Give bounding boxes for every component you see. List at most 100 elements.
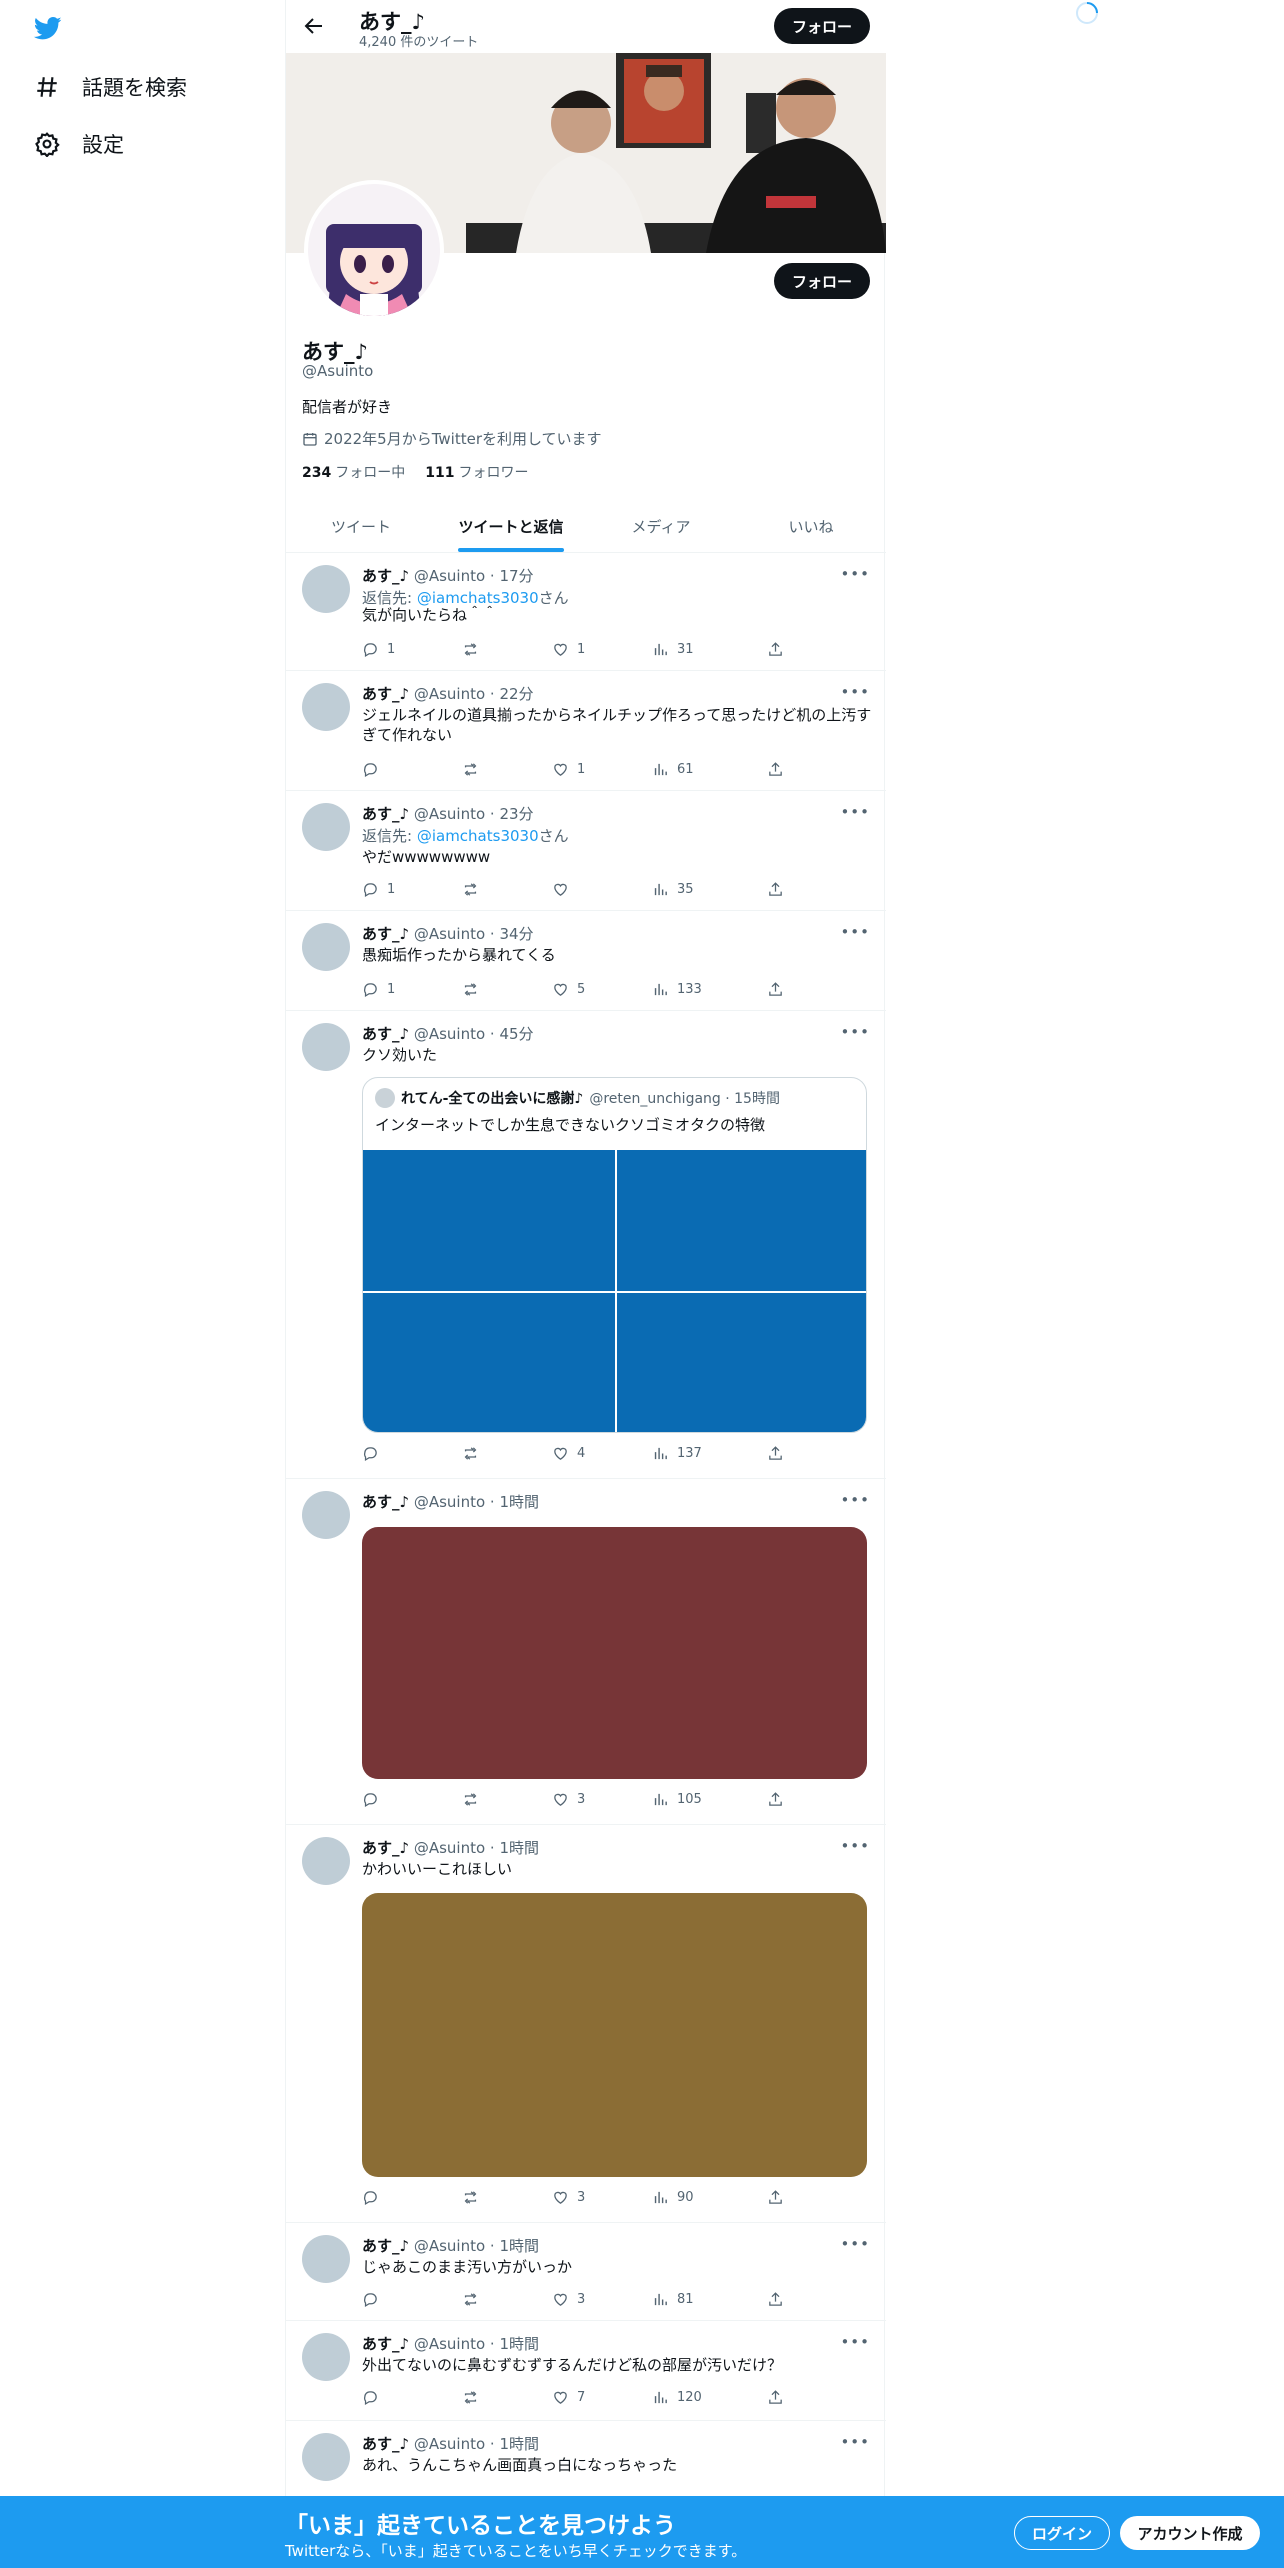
more-options-icon[interactable]: •••: [840, 1837, 870, 1855]
avatar[interactable]: [302, 565, 350, 613]
more-options-icon[interactable]: •••: [840, 1491, 870, 1509]
tweet[interactable]: あす_♪ @Asuinto · 23分 ••• 返信先: @iamchats3030…: [286, 791, 886, 911]
reply-mention-link[interactable]: @iamchats3030: [417, 827, 539, 845]
views-button[interactable]: 120: [652, 2389, 702, 2406]
like-button[interactable]: 3: [552, 2291, 585, 2308]
tweet[interactable]: あす_♪ @Asuinto · 1時間 ••• 外出てないのに鼻むずむずするんだけど…: [286, 2321, 886, 2421]
tweet-timestamp[interactable]: 1時間: [499, 2335, 539, 2353]
tweet[interactable]: あす_♪ @Asuinto · 1時間 ••• じゃあこのまま汚い方がいっか 3 81: [286, 2223, 886, 2321]
more-options-icon[interactable]: •••: [840, 2433, 870, 2451]
quoted-media-image[interactable]: [363, 1293, 615, 1432]
more-options-icon[interactable]: •••: [840, 923, 870, 941]
avatar[interactable]: [302, 803, 350, 851]
tweet-author-handle[interactable]: @Asuinto ·: [409, 685, 499, 703]
tweet[interactable]: あす_♪ @Asuinto · 22分 ••• ジェルネイルの道具揃ったからネイルチ…: [286, 671, 886, 791]
retweet-button[interactable]: [462, 981, 479, 998]
signup-button[interactable]: アカウント作成: [1120, 2516, 1260, 2550]
like-button[interactable]: 3: [552, 1791, 585, 1808]
more-options-icon[interactable]: •••: [840, 2333, 870, 2351]
like-button[interactable]: 1: [552, 641, 585, 658]
tweet-author-name[interactable]: あす_♪: [362, 2237, 409, 2255]
tweet[interactable]: あす_♪ @Asuinto · 1時間 ••• 3 105: [286, 1479, 886, 1825]
retweet-button[interactable]: [462, 2189, 479, 2206]
tweet-timestamp[interactable]: 23分: [499, 805, 533, 823]
tweet-author-name[interactable]: あす_♪: [362, 1493, 409, 1511]
header-follow-button[interactable]: フォロー: [774, 8, 870, 44]
share-button[interactable]: [767, 761, 784, 778]
tweet[interactable]: あす_♪ @Asuinto · 34分 ••• 愚痴垢作ったから暴れてくる 1 5 133: [286, 911, 886, 1011]
tweet-author-handle[interactable]: @Asuinto ·: [409, 2237, 499, 2255]
more-options-icon[interactable]: •••: [840, 2235, 870, 2253]
more-options-icon[interactable]: •••: [840, 1023, 870, 1041]
tab-media[interactable]: メディア: [586, 500, 736, 552]
like-button[interactable]: 1: [552, 761, 585, 778]
reply-button[interactable]: 1: [362, 641, 395, 658]
like-button[interactable]: [552, 881, 569, 898]
share-button[interactable]: [767, 2291, 784, 2308]
tweet-timestamp[interactable]: 1時間: [499, 1493, 539, 1511]
reply-button[interactable]: [362, 1791, 379, 1808]
tweet[interactable]: あす_♪ @Asuinto · 17分 ••• 返信先: @iamchats3030…: [286, 553, 886, 671]
tweet-author-name[interactable]: あす_♪: [362, 1839, 409, 1857]
views-button[interactable]: 90: [652, 2189, 694, 2206]
tab-tweets[interactable]: ツイート: [286, 500, 436, 552]
views-button[interactable]: 133: [652, 981, 702, 998]
tweet-author-handle[interactable]: @Asuinto ·: [409, 2335, 499, 2353]
tweet-author-name[interactable]: あす_♪: [362, 685, 409, 703]
tweet-author-name[interactable]: あす_♪: [362, 805, 409, 823]
reply-button[interactable]: 1: [362, 881, 395, 898]
twitter-logo-icon[interactable]: [32, 14, 64, 42]
quoted-media-image[interactable]: [616, 1293, 866, 1432]
retweet-button[interactable]: [462, 881, 479, 898]
tweet-timestamp[interactable]: 34分: [499, 925, 533, 943]
retweet-button[interactable]: [462, 2389, 479, 2406]
avatar[interactable]: [302, 1023, 350, 1071]
more-options-icon[interactable]: •••: [840, 565, 870, 583]
views-button[interactable]: 31: [652, 641, 694, 658]
following-link[interactable]: 234 フォロー中: [302, 462, 405, 482]
views-button[interactable]: 81: [652, 2291, 694, 2308]
reply-button[interactable]: [362, 2189, 379, 2206]
tweet-author-handle[interactable]: @Asuinto ·: [409, 2435, 499, 2453]
tweet-author-handle[interactable]: @Asuinto ·: [409, 925, 499, 943]
avatar[interactable]: [302, 683, 350, 731]
reply-button[interactable]: [362, 1445, 379, 1462]
share-button[interactable]: [767, 1791, 784, 1808]
tweet-timestamp[interactable]: 1時間: [499, 2435, 539, 2453]
share-button[interactable]: [767, 641, 784, 658]
more-options-icon[interactable]: •••: [840, 803, 870, 821]
more-options-icon[interactable]: •••: [840, 683, 870, 701]
reply-button[interactable]: [362, 2291, 379, 2308]
tweet-timestamp[interactable]: 1時間: [499, 1839, 539, 1857]
tweet-author-handle[interactable]: @Asuinto ·: [409, 1493, 499, 1511]
tweet[interactable]: あす_♪ @Asuinto · 1時間 ••• あれ、うんこちゃん画面真っ白になっち…: [286, 2421, 886, 2501]
like-button[interactable]: 3: [552, 2189, 585, 2206]
share-button[interactable]: [767, 2189, 784, 2206]
avatar[interactable]: [302, 2333, 350, 2381]
avatar[interactable]: [302, 2433, 350, 2481]
retweet-button[interactable]: [462, 1791, 479, 1808]
reply-button[interactable]: 1: [362, 981, 395, 998]
retweet-button[interactable]: [462, 641, 479, 658]
tweet-timestamp[interactable]: 17分: [499, 567, 533, 585]
quoted-tweet[interactable]: れてん-全ての出会いに感謝♪ @reten_unchigang · 15時間 インタ…: [362, 1077, 867, 1433]
login-button[interactable]: ログイン: [1014, 2516, 1110, 2550]
profile-avatar[interactable]: [304, 180, 444, 320]
back-arrow-icon[interactable]: [302, 14, 326, 38]
tweet-author-handle[interactable]: @Asuinto ·: [409, 1839, 499, 1857]
quoted-media-image[interactable]: [363, 1150, 615, 1291]
tab-likes[interactable]: いいね: [736, 500, 886, 552]
retweet-button[interactable]: [462, 2291, 479, 2308]
like-button[interactable]: 4: [552, 1445, 585, 1462]
tweet-author-name[interactable]: あす_♪: [362, 925, 409, 943]
reply-button[interactable]: [362, 761, 379, 778]
followers-link[interactable]: 111 フォロワー: [425, 462, 528, 482]
profile-follow-button[interactable]: フォロー: [774, 263, 870, 299]
tweet-author-handle[interactable]: @Asuinto ·: [409, 1025, 499, 1043]
nav-settings[interactable]: 設定: [34, 124, 124, 164]
views-button[interactable]: 137: [652, 1445, 702, 1462]
tweet-author-name[interactable]: あす_♪: [362, 2335, 409, 2353]
tab-tweets-and-replies[interactable]: ツイートと返信: [436, 500, 586, 552]
views-button[interactable]: 35: [652, 881, 694, 898]
tweet-timestamp[interactable]: 22分: [499, 685, 533, 703]
